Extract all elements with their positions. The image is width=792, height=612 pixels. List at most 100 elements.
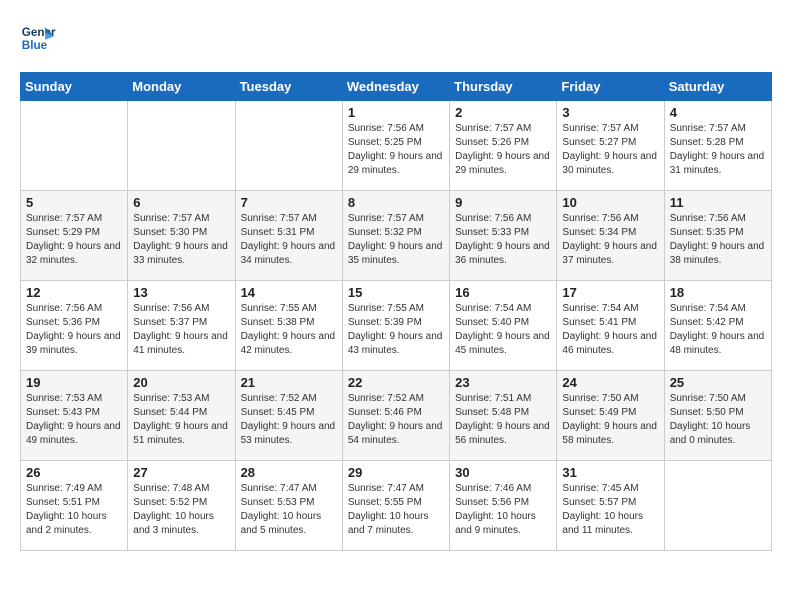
day-number: 1 bbox=[348, 105, 444, 120]
day-header-sunday: Sunday bbox=[21, 73, 128, 101]
calendar-cell: 21 Sunrise: 7:52 AM Sunset: 5:45 PM Dayli… bbox=[235, 371, 342, 461]
cell-info: Sunrise: 7:53 AM Sunset: 5:44 PM Dayligh… bbox=[133, 392, 229, 448]
cell-info: Sunrise: 7:49 AM Sunset: 5:51 PM Dayligh… bbox=[26, 482, 122, 538]
calendar-cell: 5 Sunrise: 7:57 AM Sunset: 5:29 PM Daylig… bbox=[21, 191, 128, 281]
calendar-cell bbox=[128, 101, 235, 191]
cell-info: Sunrise: 7:57 AM Sunset: 5:27 PM Dayligh… bbox=[562, 122, 658, 178]
day-number: 12 bbox=[26, 285, 122, 300]
day-number: 31 bbox=[562, 465, 658, 480]
calendar-cell: 13Sunrise: 7:56 AM Sunset: 5:37 PM Dayli… bbox=[128, 281, 235, 371]
calendar-cell: 22Sunrise: 7:52 AM Sunset: 5:46 PM Dayli… bbox=[342, 371, 449, 461]
day-number: 21 bbox=[241, 375, 337, 390]
page-header: General Blue bbox=[20, 20, 772, 56]
day-header-friday: Friday bbox=[557, 73, 664, 101]
day-header-thursday: Thursday bbox=[450, 73, 557, 101]
cell-info: Sunrise: 7:52 AM Sunset: 5:45 PM Dayligh… bbox=[241, 392, 337, 448]
day-number: 17 bbox=[562, 285, 658, 300]
calendar-cell: 29 Sunrise: 7:47 AM Sunset: 5:55 PM Dayli… bbox=[342, 461, 449, 551]
cell-info: Sunrise: 7:50 AM Sunset: 5:50 PM Dayligh… bbox=[670, 392, 766, 448]
day-number: 3 bbox=[562, 105, 658, 120]
cell-info: Sunrise: 7:56 AM Sunset: 5:34 PM Dayligh… bbox=[562, 212, 658, 268]
calendar-cell: 11Sunrise: 7:56 AM Sunset: 5:35 PM Dayli… bbox=[664, 191, 771, 281]
day-number: 16 bbox=[455, 285, 551, 300]
calendar-cell: 16 Sunrise: 7:54 AM Sunset: 5:40 PM Dayli… bbox=[450, 281, 557, 371]
calendar-cell: 26 Sunrise: 7:49 AM Sunset: 5:51 PM Dayli… bbox=[21, 461, 128, 551]
day-number: 9 bbox=[455, 195, 551, 210]
calendar-cell: 20 Sunrise: 7:53 AM Sunset: 5:44 PM Dayli… bbox=[128, 371, 235, 461]
cell-info: Sunrise: 7:57 AM Sunset: 5:29 PM Dayligh… bbox=[26, 212, 122, 268]
cell-info: Sunrise: 7:47 AM Sunset: 5:53 PM Dayligh… bbox=[241, 482, 337, 538]
cell-info: Sunrise: 7:46 AM Sunset: 5:56 PM Dayligh… bbox=[455, 482, 551, 538]
cell-info: Sunrise: 7:57 AM Sunset: 5:32 PM Dayligh… bbox=[348, 212, 444, 268]
cell-info: Sunrise: 7:45 AM Sunset: 5:57 PM Dayligh… bbox=[562, 482, 658, 538]
calendar-cell: 7 Sunrise: 7:57 AM Sunset: 5:31 PM Daylig… bbox=[235, 191, 342, 281]
day-number: 4 bbox=[670, 105, 766, 120]
calendar-cell: 10 Sunrise: 7:56 AM Sunset: 5:34 PM Dayli… bbox=[557, 191, 664, 281]
calendar-cell bbox=[21, 101, 128, 191]
day-number: 10 bbox=[562, 195, 658, 210]
calendar-cell: 12 Sunrise: 7:56 AM Sunset: 5:36 PM Dayli… bbox=[21, 281, 128, 371]
logo: General Blue bbox=[20, 20, 56, 56]
day-number: 30 bbox=[455, 465, 551, 480]
cell-info: Sunrise: 7:52 AM Sunset: 5:46 PM Dayligh… bbox=[348, 392, 444, 448]
cell-info: Sunrise: 7:57 AM Sunset: 5:30 PM Dayligh… bbox=[133, 212, 229, 268]
calendar-cell: 3 Sunrise: 7:57 AM Sunset: 5:27 PM Daylig… bbox=[557, 101, 664, 191]
cell-info: Sunrise: 7:48 AM Sunset: 5:52 PM Dayligh… bbox=[133, 482, 229, 538]
calendar-cell: 6 Sunrise: 7:57 AM Sunset: 5:30 PM Daylig… bbox=[128, 191, 235, 281]
day-number: 5 bbox=[26, 195, 122, 210]
calendar-cell: 19Sunrise: 7:53 AM Sunset: 5:43 PM Dayli… bbox=[21, 371, 128, 461]
cell-info: Sunrise: 7:47 AM Sunset: 5:55 PM Dayligh… bbox=[348, 482, 444, 538]
cell-info: Sunrise: 7:57 AM Sunset: 5:31 PM Dayligh… bbox=[241, 212, 337, 268]
day-number: 7 bbox=[241, 195, 337, 210]
svg-text:Blue: Blue bbox=[22, 39, 48, 52]
cell-info: Sunrise: 7:54 AM Sunset: 5:40 PM Dayligh… bbox=[455, 302, 551, 358]
calendar-cell: 8 Sunrise: 7:57 AM Sunset: 5:32 PM Daylig… bbox=[342, 191, 449, 281]
cell-info: Sunrise: 7:56 AM Sunset: 5:25 PM Dayligh… bbox=[348, 122, 444, 178]
calendar-cell bbox=[664, 461, 771, 551]
calendar-cell: 14 Sunrise: 7:55 AM Sunset: 5:38 PM Dayli… bbox=[235, 281, 342, 371]
cell-info: Sunrise: 7:54 AM Sunset: 5:41 PM Dayligh… bbox=[562, 302, 658, 358]
calendar-cell: 17 Sunrise: 7:54 AM Sunset: 5:41 PM Dayli… bbox=[557, 281, 664, 371]
day-number: 8 bbox=[348, 195, 444, 210]
cell-info: Sunrise: 7:57 AM Sunset: 5:28 PM Dayligh… bbox=[670, 122, 766, 178]
cell-info: Sunrise: 7:56 AM Sunset: 5:36 PM Dayligh… bbox=[26, 302, 122, 358]
cell-info: Sunrise: 7:56 AM Sunset: 5:33 PM Dayligh… bbox=[455, 212, 551, 268]
day-number: 26 bbox=[26, 465, 122, 480]
calendar-cell bbox=[235, 101, 342, 191]
calendar-cell: 23 Sunrise: 7:51 AM Sunset: 5:48 PM Dayli… bbox=[450, 371, 557, 461]
cell-info: Sunrise: 7:50 AM Sunset: 5:49 PM Dayligh… bbox=[562, 392, 658, 448]
calendar-cell: 24 Sunrise: 7:50 AM Sunset: 5:49 PM Dayli… bbox=[557, 371, 664, 461]
day-header-tuesday: Tuesday bbox=[235, 73, 342, 101]
day-number: 18 bbox=[670, 285, 766, 300]
day-number: 27 bbox=[133, 465, 229, 480]
cell-info: Sunrise: 7:55 AM Sunset: 5:39 PM Dayligh… bbox=[348, 302, 444, 358]
day-number: 28 bbox=[241, 465, 337, 480]
cell-info: Sunrise: 7:57 AM Sunset: 5:26 PM Dayligh… bbox=[455, 122, 551, 178]
calendar-table: SundayMondayTuesdayWednesdayThursdayFrid… bbox=[20, 72, 772, 551]
calendar-cell: 30 Sunrise: 7:46 AM Sunset: 5:56 PM Dayli… bbox=[450, 461, 557, 551]
calendar-cell: 9 Sunrise: 7:56 AM Sunset: 5:33 PM Daylig… bbox=[450, 191, 557, 281]
calendar-cell: 31 Sunrise: 7:45 AM Sunset: 5:57 PM Dayli… bbox=[557, 461, 664, 551]
cell-info: Sunrise: 7:55 AM Sunset: 5:38 PM Dayligh… bbox=[241, 302, 337, 358]
day-number: 20 bbox=[133, 375, 229, 390]
day-number: 19 bbox=[26, 375, 122, 390]
cell-info: Sunrise: 7:51 AM Sunset: 5:48 PM Dayligh… bbox=[455, 392, 551, 448]
calendar-cell: 1 Sunrise: 7:56 AM Sunset: 5:25 PM Daylig… bbox=[342, 101, 449, 191]
day-number: 14 bbox=[241, 285, 337, 300]
day-number: 29 bbox=[348, 465, 444, 480]
day-number: 6 bbox=[133, 195, 229, 210]
calendar-cell: 15Sunrise: 7:55 AM Sunset: 5:39 PM Dayli… bbox=[342, 281, 449, 371]
calendar-cell: 27 Sunrise: 7:48 AM Sunset: 5:52 PM Dayli… bbox=[128, 461, 235, 551]
logo-icon: General Blue bbox=[20, 20, 56, 56]
calendar-cell: 2 Sunrise: 7:57 AM Sunset: 5:26 PM Daylig… bbox=[450, 101, 557, 191]
calendar-cell: 4 Sunrise: 7:57 AM Sunset: 5:28 PM Daylig… bbox=[664, 101, 771, 191]
calendar-cell: 18Sunrise: 7:54 AM Sunset: 5:42 PM Dayli… bbox=[664, 281, 771, 371]
day-number: 2 bbox=[455, 105, 551, 120]
day-number: 23 bbox=[455, 375, 551, 390]
cell-info: Sunrise: 7:56 AM Sunset: 5:37 PM Dayligh… bbox=[133, 302, 229, 358]
day-header-wednesday: Wednesday bbox=[342, 73, 449, 101]
day-header-saturday: Saturday bbox=[664, 73, 771, 101]
day-number: 24 bbox=[562, 375, 658, 390]
day-header-monday: Monday bbox=[128, 73, 235, 101]
calendar-cell: 25Sunrise: 7:50 AM Sunset: 5:50 PM Dayli… bbox=[664, 371, 771, 461]
